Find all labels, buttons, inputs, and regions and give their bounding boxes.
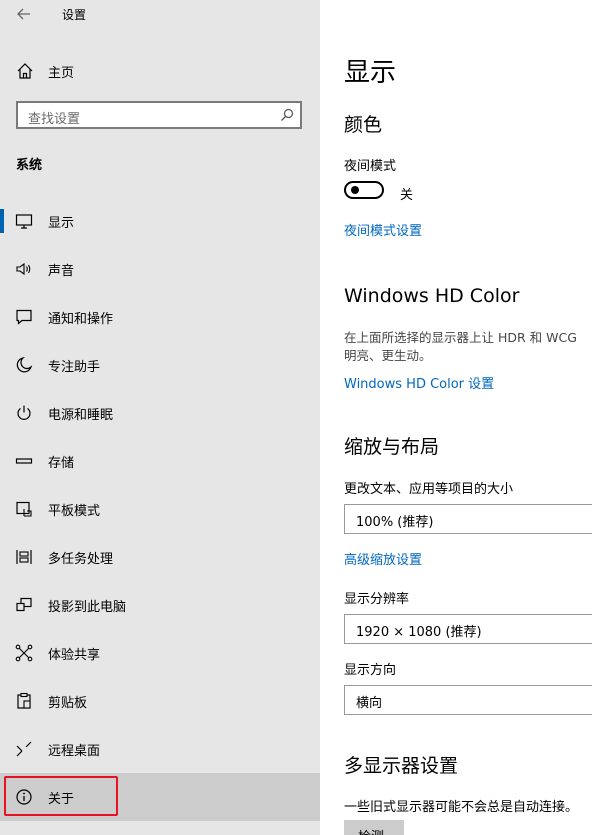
search-icon[interactable]	[280, 108, 294, 122]
sidebar-item-remote-desktop[interactable]: 远程桌面	[0, 725, 320, 773]
section-title: 系统	[16, 158, 43, 173]
home-icon	[17, 63, 33, 79]
sidebar-item-storage[interactable]: 存储	[0, 437, 320, 485]
night-light-state: 关	[400, 188, 414, 203]
color-heading: 颜色	[344, 114, 383, 136]
multitask-icon	[16, 550, 32, 564]
hdr-desc-line2: 明亮、更生动。	[344, 348, 432, 363]
search-placeholder: 查找设置	[28, 112, 81, 127]
remote-icon	[16, 741, 32, 757]
resolution-dropdown[interactable]: 1920 × 1080 (推荐)	[344, 614, 592, 644]
share-icon	[15, 644, 33, 662]
page-title: 显示	[344, 58, 397, 88]
sidebar-item-label: 远程桌面	[48, 744, 101, 759]
orientation-value: 横向	[356, 696, 383, 711]
sidebar-item-label: 声音	[48, 264, 75, 279]
detect-button[interactable]: 检测	[344, 820, 404, 835]
detect-button-label: 检测	[358, 826, 384, 835]
sidebar-item-focus-assist[interactable]: 专注助手	[0, 341, 320, 389]
sidebar-item-multitasking[interactable]: 多任务处理	[0, 533, 320, 581]
power-icon	[17, 405, 31, 420]
back-arrow-icon[interactable]	[14, 4, 34, 24]
sidebar-item-display[interactable]: 显示	[0, 197, 320, 245]
resolution-value: 1920 × 1080 (推荐)	[356, 625, 482, 640]
toggle-knob	[351, 186, 359, 194]
resolution-label: 显示分辨率	[344, 592, 410, 607]
night-light-settings-link[interactable]: 夜间模式设置	[344, 220, 422, 239]
advanced-scale-link[interactable]: 高级缩放设置	[344, 549, 422, 568]
sidebar-item-label: 存储	[48, 456, 75, 471]
search-input[interactable]: 查找设置	[16, 101, 302, 129]
tablet-icon	[16, 501, 32, 517]
multi-display-desc: 一些旧式显示器可能不会总是自动连接。	[344, 800, 579, 815]
sidebar-item-about[interactable]: 关于	[0, 773, 320, 821]
night-light-label: 夜间模式	[344, 159, 397, 174]
sidebar-item-label: 多任务处理	[48, 552, 114, 567]
sidebar-item-label: 平板模式	[48, 504, 101, 519]
speaker-icon	[16, 262, 31, 276]
title-bar: 设置	[0, 0, 320, 28]
clipboard-icon	[17, 692, 31, 709]
sidebar-item-sound[interactable]: 声音	[0, 245, 320, 293]
sidebar-item-label: 投影到此电脑	[48, 600, 127, 615]
sidebar-item-label: 通知和操作	[48, 312, 114, 327]
sidebar-item-shared-experiences[interactable]: 体验共享	[0, 629, 320, 677]
orientation-dropdown[interactable]: 横向	[344, 685, 592, 715]
home-label: 主页	[48, 66, 75, 81]
monitor-icon	[15, 214, 33, 229]
hdr-heading: Windows HD Color	[344, 285, 520, 307]
sidebar-item-label: 专注助手	[48, 360, 101, 375]
app-title: 设置	[62, 8, 87, 22]
moon-icon	[16, 356, 33, 373]
scale-dropdown[interactable]: 100% (推荐)	[344, 504, 592, 534]
sidebar-item-clipboard[interactable]: 剪贴板	[0, 677, 320, 725]
sidebar-item-tablet-mode[interactable]: 平板模式	[0, 485, 320, 533]
scale-label: 更改文本、应用等项目的大小	[344, 482, 514, 497]
home-nav-item[interactable]: 主页	[0, 54, 320, 88]
project-icon	[16, 597, 32, 612]
scale-value: 100% (推荐)	[356, 515, 434, 530]
sidebar-item-notifications[interactable]: 通知和操作	[0, 293, 320, 341]
sidebar-item-label: 体验共享	[48, 648, 101, 663]
hdr-desc-line1: 在上面所选择的显示器上让 HDR 和 WCG	[344, 330, 577, 345]
hdr-settings-link[interactable]: Windows HD Color 设置	[344, 373, 494, 392]
orientation-label: 显示方向	[344, 663, 397, 678]
sidebar-item-label: 电源和睡眠	[48, 408, 114, 423]
sidebar-item-label: 剪贴板	[48, 696, 88, 711]
sidebar-item-project[interactable]: 投影到此电脑	[0, 581, 320, 629]
night-light-toggle[interactable]	[344, 181, 384, 199]
scale-heading: 缩放与布局	[344, 436, 440, 458]
sidebar-item-power[interactable]: 电源和睡眠	[0, 389, 320, 437]
sidebar: 设置 主页 查找设置 系统 显示 声音 通知和操作 专注助手 电源和睡眠 存储 …	[0, 0, 320, 835]
sidebar-item-label: 显示	[48, 216, 75, 231]
main-content: 显示 颜色 夜间模式 关 夜间模式设置 Windows HD Color 在上面…	[320, 0, 592, 835]
notification-icon	[16, 309, 32, 325]
storage-icon	[15, 458, 33, 464]
highlight-box	[4, 776, 118, 816]
multi-display-heading: 多显示器设置	[344, 755, 459, 777]
